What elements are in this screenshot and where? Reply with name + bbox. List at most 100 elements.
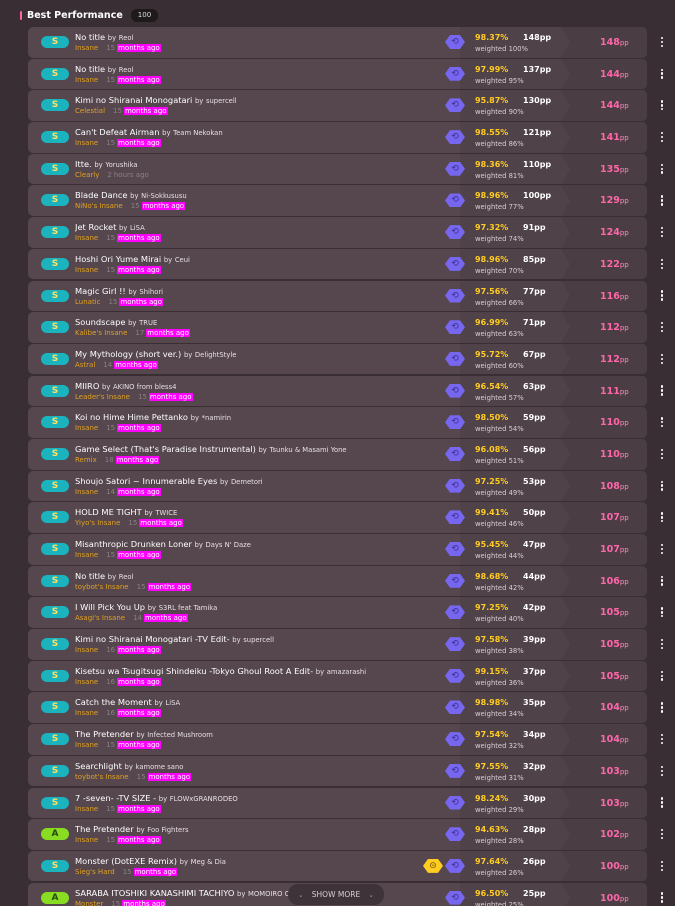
score-row[interactable]: S Monster (DotEXE Remix) by Meg & Dia Si… [28, 850, 675, 882]
beatmap-title[interactable]: Koi no Hime Hime Pettanko [75, 412, 188, 422]
score-row-body[interactable]: S Monster (DotEXE Remix) by Meg & Dia Si… [28, 850, 647, 882]
more-options-icon[interactable] [657, 510, 667, 524]
beatmap-title-line[interactable]: Kisetsu wa Tsugitsugi Shindeiku -Tokyo G… [75, 666, 366, 676]
score-row[interactable]: S Kimi no Shiranai Monogatari by superce… [28, 90, 675, 121]
beatmap-title-line[interactable]: Koi no Hime Hime Pettanko by *namirin [75, 412, 231, 422]
score-row-body[interactable]: S Koi no Hime Hime Pettanko by *namirin … [28, 407, 647, 438]
more-options-icon[interactable] [657, 384, 667, 398]
score-row-body[interactable]: S The Pretender by Infected Mushroom Ins… [28, 724, 647, 755]
score-row[interactable]: S Hoshi Ori Yume Mirai by Ceui Insane 15… [28, 248, 675, 280]
beatmap-title[interactable]: Hoshi Ori Yume Mirai [75, 254, 161, 264]
score-row[interactable]: S Magic Girl !! by Shihori Lunatic 15 mo… [28, 280, 675, 312]
beatmap-title[interactable]: Itte. [75, 159, 92, 169]
more-options-icon[interactable] [657, 447, 667, 461]
beatmap-title[interactable]: Searchlight [75, 761, 122, 771]
beatmap-title-line[interactable]: Monster (DotEXE Remix) by Meg & Dia [75, 856, 226, 866]
beatmap-title-line[interactable]: Catch the Moment by LiSA [75, 697, 180, 707]
beatmap-title-line[interactable]: SARABA ITOSHIKI KANASHIMI TACHIYO by MOM… [75, 888, 319, 898]
score-row-body[interactable]: S Kimi no Shiranai Monogatari by superce… [28, 90, 647, 121]
beatmap-title-line[interactable]: Jet Rocket by LiSA [75, 222, 145, 232]
score-row-body[interactable]: S Shoujo Satori ~ Innumerable Eyes by De… [28, 470, 647, 502]
beatmap-title-line[interactable]: No title by Reol [75, 64, 133, 74]
score-row-body[interactable]: S No title by Reol Insane 15 months ago … [28, 27, 647, 58]
beatmap-title-line[interactable]: Hoshi Ori Yume Mirai by Ceui [75, 254, 190, 264]
beatmap-title-line[interactable]: The Pretender by Foo Fighters [75, 824, 189, 834]
more-options-icon[interactable] [657, 320, 667, 334]
more-options-icon[interactable] [657, 67, 667, 81]
more-options-icon[interactable] [657, 859, 667, 873]
more-options-icon[interactable] [657, 225, 667, 239]
score-row[interactable]: S I Will Pick You Up by S3RL feat Tamika… [28, 597, 675, 628]
beatmap-title-line[interactable]: Kimi no Shiranai Monogatari by supercell [75, 95, 237, 105]
score-row-body[interactable]: S Kisetsu wa Tsugitsugi Shindeiku -Tokyo… [28, 660, 647, 692]
score-row-body[interactable]: S Can't Defeat Airman by Team Nekokan In… [28, 122, 647, 153]
score-row[interactable]: S Jet Rocket by LiSA Insane 15 months ag… [28, 217, 675, 248]
more-options-icon[interactable] [657, 352, 667, 366]
score-row[interactable]: S No title by Reol Insane 15 months ago … [28, 27, 675, 58]
beatmap-title[interactable]: Game Select (That's Paradise Instrumenta… [75, 444, 256, 454]
beatmap-title[interactable]: HOLD ME TIGHT [75, 507, 142, 517]
score-row-body[interactable]: S No title by Reol Insane 15 months ago … [28, 58, 647, 90]
beatmap-title[interactable]: SARABA ITOSHIKI KANASHIMI TACHIYO [75, 888, 234, 898]
score-row-body[interactable]: S 7 -seven- -TV SIZE - by FLOWxGRANRODEO… [28, 787, 647, 819]
score-row[interactable]: S Can't Defeat Airman by Team Nekokan In… [28, 122, 675, 153]
more-options-icon[interactable] [657, 130, 667, 144]
beatmap-title-line[interactable]: MIIRO by AKINO from bless4 [75, 381, 176, 391]
score-row-body[interactable]: S Misanthropic Drunken Loner by Days N' … [28, 534, 647, 565]
score-row[interactable]: S Soundscape by TRUE Kalibe's Insane 17 … [28, 312, 675, 343]
beatmap-title[interactable]: Can't Defeat Airman [75, 127, 159, 137]
score-row-body[interactable]: S I Will Pick You Up by S3RL feat Tamika… [28, 597, 647, 628]
score-row-body[interactable]: S My Mythology (short ver.) by DelightSt… [28, 343, 647, 375]
score-row-body[interactable]: S Hoshi Ori Yume Mirai by Ceui Insane 15… [28, 248, 647, 280]
beatmap-title[interactable]: Shoujo Satori ~ Innumerable Eyes [75, 476, 217, 486]
beatmap-title[interactable]: 7 -seven- -TV SIZE - [75, 793, 156, 803]
beatmap-title[interactable]: Catch the Moment [75, 697, 152, 707]
more-options-icon[interactable] [657, 574, 667, 588]
beatmap-title[interactable]: Monster (DotEXE Remix) [75, 856, 177, 866]
score-row-body[interactable]: S Jet Rocket by LiSA Insane 15 months ag… [28, 217, 647, 248]
beatmap-title-line[interactable]: Magic Girl !! by Shihori [75, 286, 163, 296]
score-row[interactable]: S Catch the Moment by LiSA Insane 16 mon… [28, 692, 675, 724]
beatmap-title-line[interactable]: Soundscape by TRUE [75, 317, 157, 327]
more-options-icon[interactable] [657, 193, 667, 207]
score-row[interactable]: S Misanthropic Drunken Loner by Days N' … [28, 534, 675, 565]
beatmap-title[interactable]: My Mythology (short ver.) [75, 349, 181, 359]
score-row[interactable]: S Blade Dance by Ni-Sokkususu NiNo's Ins… [28, 185, 675, 217]
more-options-icon[interactable] [657, 415, 667, 429]
beatmap-title-line[interactable]: Misanthropic Drunken Loner by Days N' Da… [75, 539, 251, 549]
beatmap-title[interactable]: Blade Dance [75, 190, 128, 200]
more-options-icon[interactable] [657, 289, 667, 303]
more-options-icon[interactable] [657, 827, 667, 841]
score-row-body[interactable]: A The Pretender by Foo Fighters Insane 1… [28, 819, 647, 850]
score-row[interactable]: A The Pretender by Foo Fighters Insane 1… [28, 819, 675, 850]
score-row[interactable]: S No title by Reol toybot's Insane 15 mo… [28, 565, 675, 597]
beatmap-title-line[interactable]: No title by Reol [75, 571, 133, 581]
beatmap-title[interactable]: Magic Girl !! [75, 286, 126, 296]
more-options-icon[interactable] [657, 669, 667, 683]
beatmap-title[interactable]: The Pretender [75, 824, 134, 834]
beatmap-title-line[interactable]: I Will Pick You Up by S3RL feat Tamika [75, 602, 217, 612]
beatmap-title[interactable]: No title [75, 64, 105, 74]
more-options-icon[interactable] [657, 162, 667, 176]
more-options-icon[interactable] [657, 637, 667, 651]
score-row-body[interactable]: S Kimi no Shiranai Monogatari -TV Edit- … [28, 629, 647, 660]
beatmap-title-line[interactable]: 7 -seven- -TV SIZE - by FLOWxGRANRODEO [75, 793, 238, 803]
score-row[interactable]: S Koi no Hime Hime Pettanko by *namirin … [28, 407, 675, 438]
score-row-body[interactable]: S HOLD ME TIGHT by TWICE Yiyo's Insane 1… [28, 502, 647, 533]
more-options-icon[interactable] [657, 764, 667, 778]
score-row[interactable]: S The Pretender by Infected Mushroom Ins… [28, 724, 675, 755]
beatmap-title[interactable]: Kimi no Shiranai Monogatari [75, 95, 192, 105]
beatmap-title[interactable]: Misanthropic Drunken Loner [75, 539, 192, 549]
score-row-body[interactable]: S Soundscape by TRUE Kalibe's Insane 17 … [28, 312, 647, 343]
beatmap-title[interactable]: MIIRO [75, 381, 99, 391]
beatmap-title-line[interactable]: HOLD ME TIGHT by TWICE [75, 507, 177, 517]
score-row-body[interactable]: S Game Select (That's Paradise Instrumen… [28, 438, 647, 470]
beatmap-title-line[interactable]: Game Select (That's Paradise Instrumenta… [75, 444, 347, 454]
score-row-body[interactable]: S No title by Reol toybot's Insane 15 mo… [28, 565, 647, 597]
score-row-body[interactable]: S Searchlight by kamome sano toybot's In… [28, 755, 647, 787]
beatmap-title-line[interactable]: My Mythology (short ver.) by DelightStyl… [75, 349, 236, 359]
beatmap-title[interactable]: No title [75, 571, 105, 581]
beatmap-title-line[interactable]: No title by Reol [75, 32, 133, 42]
beatmap-title[interactable]: I Will Pick You Up [75, 602, 145, 612]
beatmap-title-line[interactable]: Blade Dance by Ni-Sokkususu [75, 190, 187, 200]
